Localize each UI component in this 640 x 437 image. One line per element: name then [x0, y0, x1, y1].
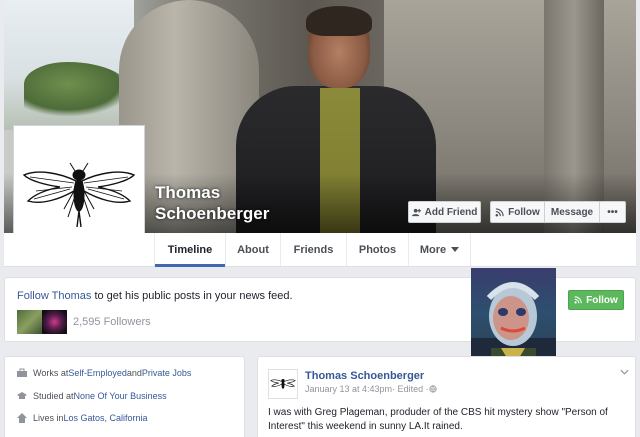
work-link-self-employed[interactable]: Self-Employed: [68, 368, 127, 378]
intro-work-mid: and: [126, 368, 142, 378]
briefcase-icon: [17, 368, 27, 377]
profile-nav: Timeline About Friends Photos More: [4, 233, 636, 267]
post-author-name[interactable]: Thomas Schoenberger: [305, 370, 424, 382]
tab-about-label: About: [237, 243, 269, 256]
add-friend-label: Add Friend: [424, 206, 478, 218]
follow-thomas-link[interactable]: Follow Thomas: [17, 290, 91, 302]
intro-card: Works at Self-Employed and Private Jobs …: [4, 356, 245, 437]
post-meta: January 13 at 4:43pm · Edited ·: [305, 384, 437, 394]
post-timestamp[interactable]: January 13 at 4:43pm: [305, 384, 392, 394]
follower-thumb[interactable]: [42, 310, 67, 334]
tab-friends[interactable]: Friends: [280, 233, 346, 266]
home-icon: [17, 413, 27, 423]
profile-page: Thomas Schoenberger Add Friend Follow Me…: [0, 0, 640, 437]
intro-education: Studied at None Of Your Business: [17, 391, 167, 401]
tab-timeline-label: Timeline: [167, 243, 213, 256]
intro-work: Works at Self-Employed and Private Jobs: [17, 368, 191, 378]
more-dots-icon: •••: [607, 206, 618, 218]
message-label: Message: [550, 206, 594, 218]
work-link-private-jobs[interactable]: Private Jobs: [142, 368, 192, 378]
add-friend-button[interactable]: Add Friend: [408, 201, 481, 223]
follow-prompt-text: Follow Thomas to get his public posts in…: [17, 290, 293, 302]
intro-lives-prefix: Lives in: [33, 413, 64, 423]
follow-profile-button[interactable]: Follow: [490, 201, 545, 223]
tab-timeline[interactable]: Timeline: [154, 233, 225, 267]
post-author-avatar[interactable]: [268, 369, 298, 399]
location-link[interactable]: Los Gatos, California: [64, 413, 148, 423]
tab-about[interactable]: About: [225, 233, 280, 266]
message-button[interactable]: Message: [545, 201, 600, 223]
cicada-logo-icon: [270, 379, 296, 389]
intro-location: Lives in Los Gatos, California: [17, 413, 148, 423]
rss-icon: [495, 207, 504, 216]
follow-button[interactable]: Follow: [568, 290, 624, 310]
profile-name[interactable]: Thomas Schoenberger: [155, 182, 315, 224]
chevron-down-icon: [451, 247, 460, 252]
tab-more[interactable]: More: [408, 233, 471, 266]
graduation-cap-icon: [17, 392, 27, 399]
intro-work-prefix: Works at: [33, 368, 69, 378]
tab-more-label: More: [419, 243, 447, 256]
follow-profile-label: Follow: [508, 206, 540, 218]
intro-study-prefix: Studied at: [33, 391, 74, 401]
follower-thumbnails: [17, 310, 67, 334]
more-options-button[interactable]: •••: [600, 201, 626, 223]
post-options-chevron-icon[interactable]: [620, 367, 629, 377]
post-body-text: I was with Greg Plageman, produder of th…: [268, 407, 608, 432]
add-friend-icon: [411, 208, 421, 216]
follow-prompt-suffix: to get his public posts in your news fee…: [91, 290, 293, 302]
study-link[interactable]: None Of Your Business: [74, 391, 167, 401]
rss-icon: [574, 296, 582, 304]
followers-count[interactable]: 2,595 Followers: [73, 316, 151, 328]
follower-thumb[interactable]: [17, 310, 42, 334]
tab-photos[interactable]: Photos: [346, 233, 408, 266]
timeline-post: Thomas Schoenberger January 13 at 4:43pm…: [257, 356, 636, 437]
cicada-logo-icon: [22, 162, 136, 228]
globe-icon: [428, 385, 437, 393]
tab-photos-label: Photos: [358, 243, 397, 256]
tab-friends-label: Friends: [293, 243, 334, 256]
follow-button-label: Follow: [586, 294, 618, 306]
post-edited[interactable]: · Edited ·: [392, 384, 429, 394]
